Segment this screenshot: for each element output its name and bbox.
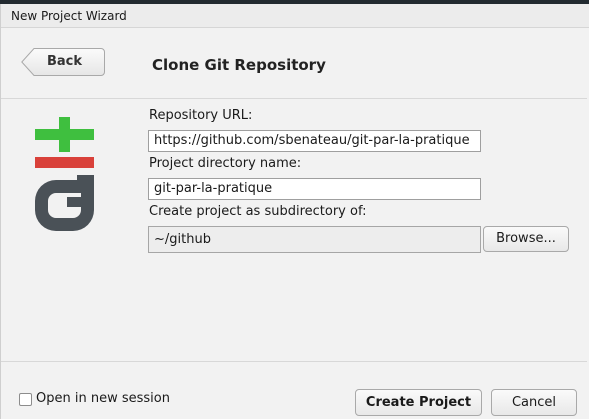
back-button-label: Back (47, 54, 83, 69)
subdirectory-field[interactable]: ~/github (148, 226, 481, 253)
create-project-button[interactable]: Create Project (355, 389, 482, 416)
footer-divider (1, 361, 587, 362)
subdirectory-label: Create project as subdirectory of: (149, 204, 367, 219)
open-in-new-session-checkbox[interactable] (19, 393, 32, 406)
repo-url-input[interactable]: https://github.com/sbenateau/git-par-la-… (148, 130, 481, 152)
page-title: Clone Git Repository (152, 56, 326, 74)
git-logo-icon (35, 117, 94, 231)
dialog-title: New Project Wizard (11, 9, 127, 23)
browse-button[interactable]: Browse... (483, 226, 569, 252)
new-project-wizard-dialog: New Project Wizard Back Clone Git Reposi… (0, 4, 589, 419)
header-divider (1, 98, 587, 99)
open-in-new-session-label[interactable]: Open in new session (36, 391, 170, 406)
cancel-button[interactable]: Cancel (491, 389, 577, 416)
repo-url-label: Repository URL: (149, 108, 253, 123)
project-dir-input[interactable]: git-par-la-pratique (148, 178, 481, 200)
dialog-titlebar: New Project Wizard (1, 4, 589, 28)
project-dir-label: Project directory name: (149, 156, 302, 171)
back-button[interactable]: Back (21, 48, 105, 76)
